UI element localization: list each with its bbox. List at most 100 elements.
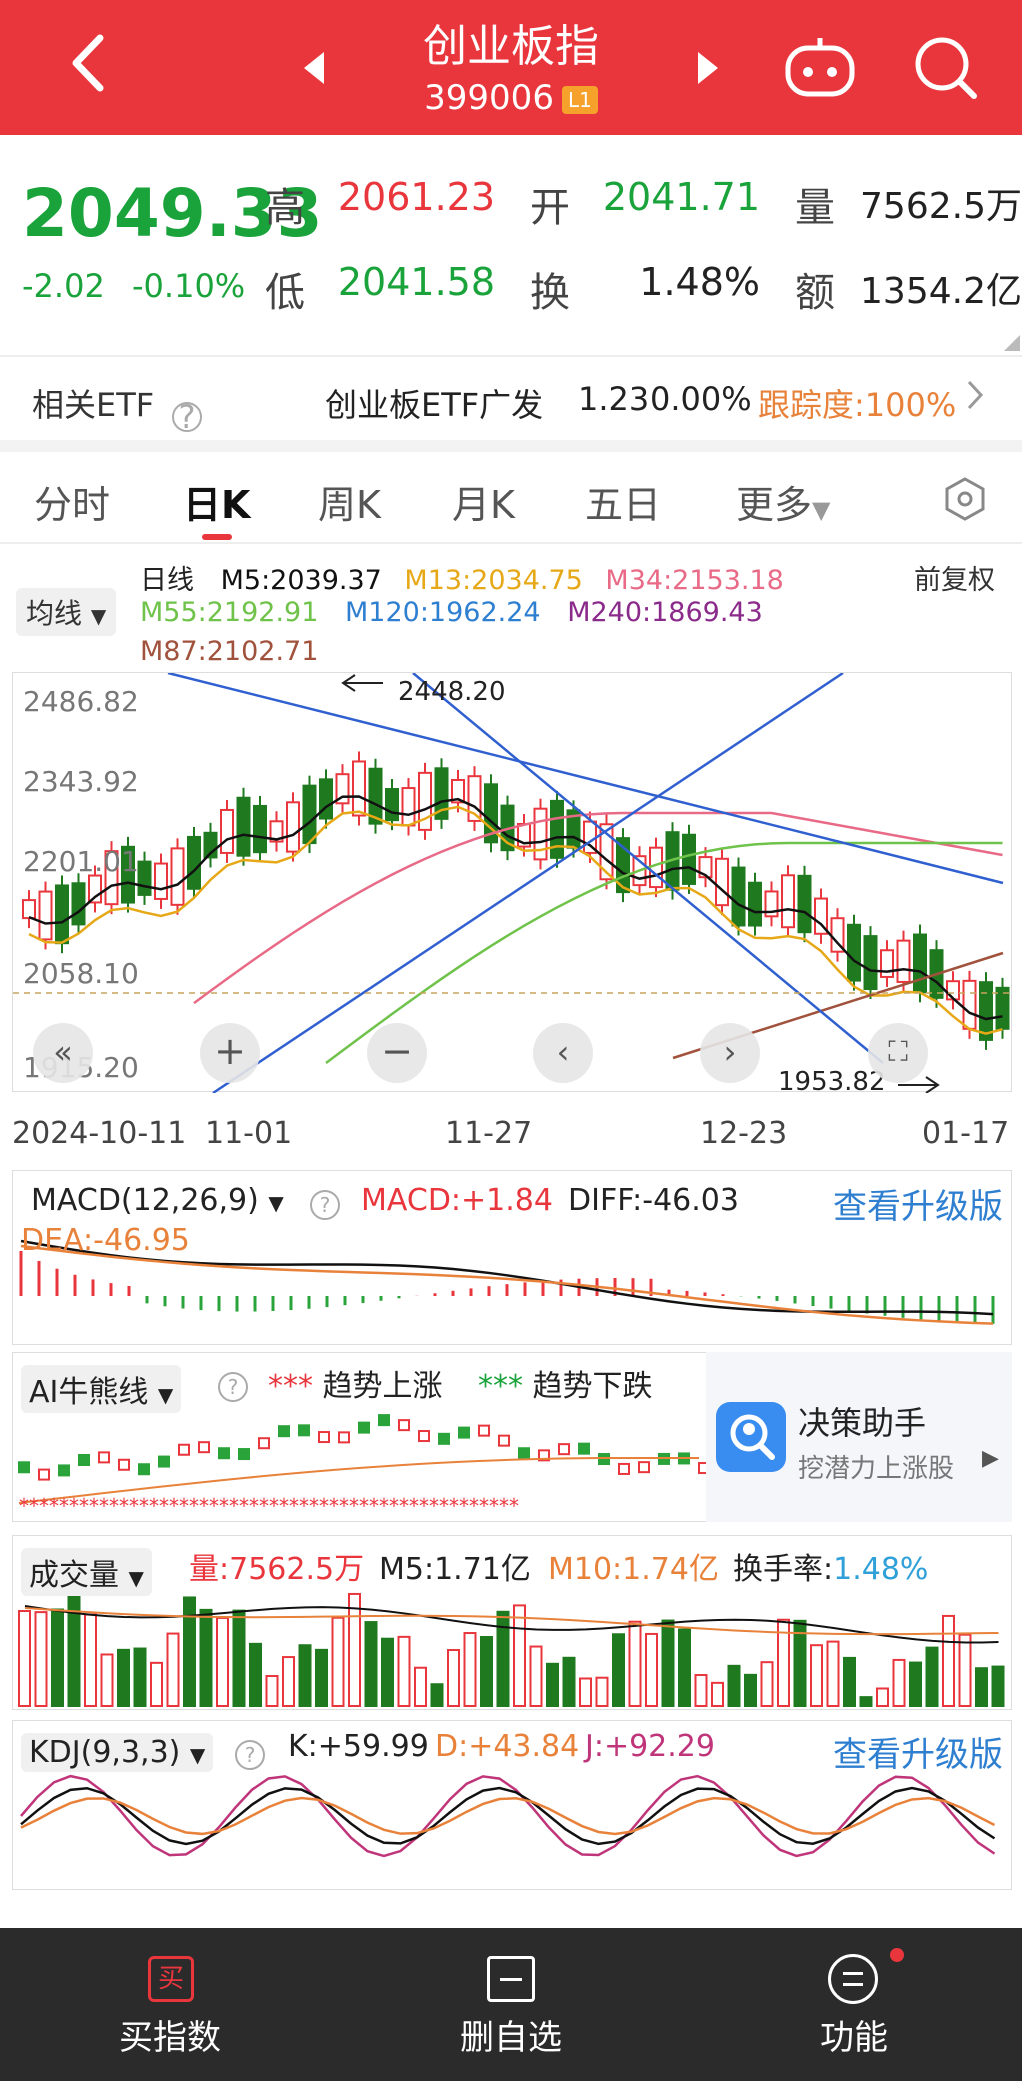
tab-intraday[interactable]: 分时 [34,474,110,529]
volume-bar [150,1661,163,1707]
dropdown-caret-icon: ▼ [90,604,107,628]
scroll-right-icon[interactable]: › [700,1023,760,1083]
kdj-upgrade-link[interactable]: 查看升级版 [833,1727,1003,1776]
tab-daily-k[interactable]: 日K [183,474,250,529]
fullscreen-icon[interactable]: ⛶ [868,1023,928,1083]
settings-hexagon-icon[interactable] [942,476,988,526]
dropdown-caret-icon: ▼ [812,496,831,524]
volume-bar [529,1645,543,1708]
ma-line-2: M55:2192.91 M120:1962.24 M240:1869.43 [140,597,763,628]
zoom-out-icon[interactable]: − [367,1023,427,1083]
dea-value: DEA:-46.95 [21,1223,190,1258]
section-gap [0,440,1022,452]
volume-bar [397,1635,411,1707]
volume-bar [612,1633,625,1707]
volume-bar [810,1644,823,1708]
ma-line-m5 [28,795,1003,1021]
next-index-icon[interactable] [692,48,722,88]
turnover-rate-value: 1.48% [833,1552,929,1587]
x-tick: 12-23 [700,1116,788,1151]
etf-price: 1.23 [578,380,650,418]
kdj-k-line [20,1786,996,1846]
candle-body [154,862,168,900]
ai-candle [58,1464,70,1477]
buy-index-label: 买指数 [119,2018,221,2058]
ai-selector-label: AI牛熊线 [29,1375,149,1410]
ai-candle [178,1443,190,1456]
ai-selector[interactable]: AI牛熊线 ▼ [21,1365,182,1413]
tab-five-day[interactable]: 五日 [585,474,661,529]
scroll-left-icon[interactable]: ‹ [533,1023,593,1083]
ma-period: 日线 [140,565,194,596]
volume-bar [232,1609,246,1707]
price-adjust-mode[interactable]: 前复权 [914,558,995,597]
kdj-d: D:+43.84 [435,1729,580,1764]
candle-body [170,847,185,906]
volume-bar [133,1647,147,1707]
assistant-subtitle: 挖潜力上涨股 [798,1454,955,1484]
ai-candle [298,1424,310,1437]
ai-candle [498,1434,510,1447]
ma-selector[interactable]: 均线 ▼ [16,588,117,636]
kdj-help-icon[interactable]: ? [235,1735,265,1770]
page-title: 创业板指 [423,21,599,72]
macd-panel: MACD(12,26,9) ▼ ? MACD:+1.84 DIFF:-46.03… [12,1170,1012,1345]
remove-watchlist-button[interactable]: 删自选 [381,1928,641,2081]
turnover-rate-label: 换手率: [733,1552,834,1587]
assistant-title: 决策助手 [798,1404,927,1442]
ai-candle [238,1448,250,1461]
scroll-left-double-icon[interactable]: « [33,1023,93,1083]
etf-label: 相关ETF [32,386,155,424]
volume-bar [760,1661,774,1707]
macd-selector[interactable]: MACD(12,26,9) ▼ [31,1183,284,1218]
trend-down-stars: *** [478,1369,523,1404]
ai-candle [558,1443,570,1456]
tab-more[interactable]: 更多▼ [736,474,830,529]
low-value: 2041.58 [337,260,495,304]
volume-bar [942,1614,955,1707]
macd-help-icon[interactable]: ? [310,1185,340,1220]
ai-candle [478,1424,490,1437]
ai-candle [378,1414,390,1427]
decision-assistant-card[interactable]: 决策助手 挖潜力上涨股 ▶ [706,1352,1012,1522]
bottom-action-bar: 买 买指数 删自选 功能 [0,1928,1022,2081]
volume-selector[interactable]: 成交量 ▼ [21,1548,152,1596]
related-etf-row[interactable]: 相关ETF ? 创业板ETF广发 1.23 0.00% 跟踪度:100% [0,360,1022,440]
macd-upgrade-link[interactable]: 查看升级版 [833,1179,1003,1228]
functions-button[interactable]: 功能 [724,1928,984,2081]
robot-assistant-icon[interactable] [780,30,860,105]
volume-bar [67,1588,81,1707]
ai-candle [318,1431,330,1444]
search-icon[interactable] [910,30,980,105]
candle-body [731,866,746,927]
tab-weekly-k[interactable]: 周K [318,474,381,529]
kline-chart[interactable]: 2486.82 2343.92 2201.01 2058.10 1915.20 … [12,672,1013,1097]
candle-body [880,949,894,978]
functions-label: 功能 [820,2018,888,2058]
candle-body [352,760,366,817]
ma-m120: M120:1962.24 [345,597,541,628]
buy-index-button[interactable]: 买 买指数 [40,1928,300,2081]
corner-expand-icon[interactable] [1004,335,1020,351]
turnover-rate: 换手率:1.48% [733,1544,928,1588]
candle-body [236,796,251,857]
candle-body [682,833,696,885]
volume-bar [117,1648,130,1707]
kdj-selector[interactable]: KDJ(9,3,3) ▼ [21,1733,214,1772]
volume-bar [859,1696,873,1708]
ai-candle [218,1447,230,1460]
trend-up-legend: *** 趋势上涨 [268,1361,443,1405]
high-value: 2061.23 [337,175,495,219]
volume-bar [265,1675,279,1708]
volume-bar [975,1667,988,1708]
zoom-in-icon[interactable]: + [200,1023,260,1083]
index-code-text: 399006 [424,78,554,118]
functions-menu-icon [828,1954,878,2004]
volume-bar [249,1642,262,1707]
price-change: -2.02 [22,267,105,305]
ai-help-icon[interactable]: ? [218,1367,248,1402]
tab-monthly-k[interactable]: 月K [452,474,515,529]
dropdown-caret-icon: ▼ [157,1383,174,1407]
ai-candle [578,1442,590,1455]
ai-candle [98,1451,110,1464]
